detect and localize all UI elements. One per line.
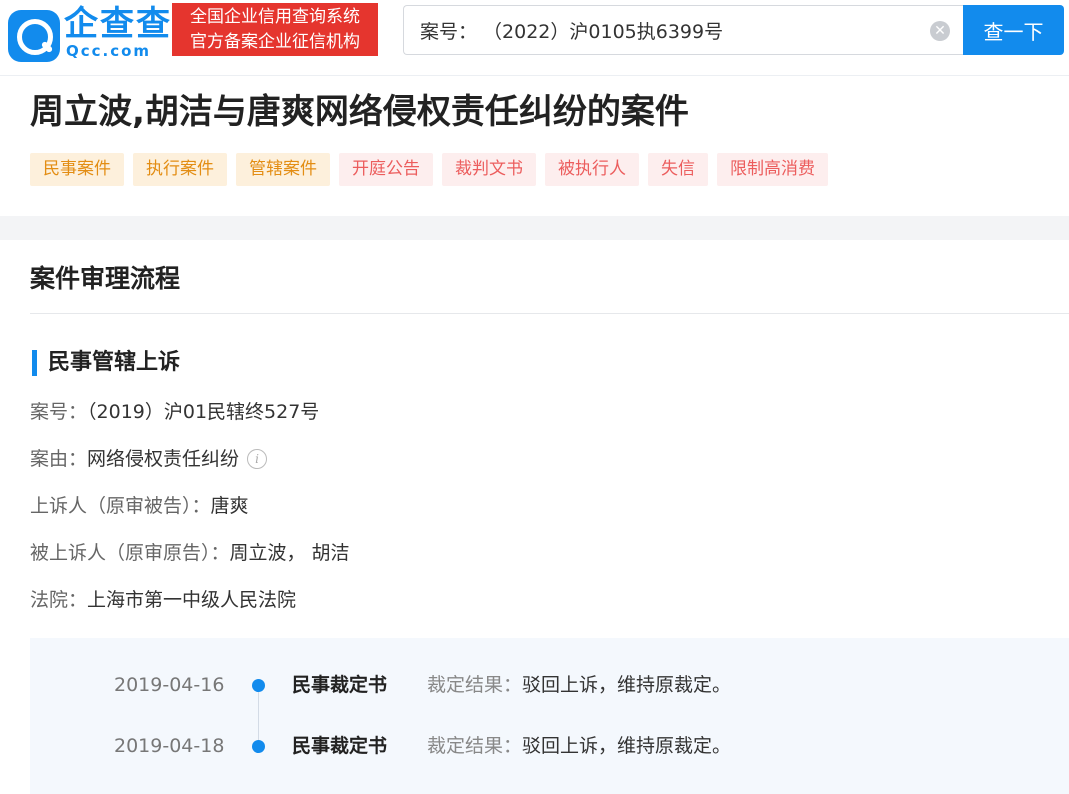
timeline-result-value: 驳回上诉，维持原裁定。 xyxy=(522,735,732,757)
field-label: 被上诉人（原审原告）： xyxy=(30,542,230,564)
case-title-card: 周立波,胡洁与唐爽网络侵权责任纠纷的案件 民事案件 执行案件 管辖案件 开庭公告… xyxy=(0,76,1069,216)
timeline-result-value: 驳回上诉，维持原裁定。 xyxy=(522,674,732,696)
tag-court-announcement[interactable]: 开庭公告 xyxy=(339,153,433,186)
field-label: 法院： xyxy=(30,589,88,611)
timeline-document-link[interactable]: 民事裁定书 xyxy=(292,672,387,698)
field-case-number: 案号：（2019）沪01民辖终527号 xyxy=(30,398,319,426)
tag-civil-case[interactable]: 民事案件 xyxy=(30,153,124,186)
stage-title: 民事管辖上诉 xyxy=(48,350,181,375)
field-appellee: 被上诉人（原审原告）：周立波， 胡洁 xyxy=(30,539,350,567)
slogan-banner: 全国企业信用查询系统 官方备案企业征信机构 xyxy=(172,3,378,56)
field-value[interactable]: 唐爽 xyxy=(211,495,249,517)
timeline-result: 裁定结果：驳回上诉，维持原裁定。 xyxy=(427,733,731,759)
timeline-result: 裁定结果：驳回上诉，维持原裁定。 xyxy=(427,672,731,698)
case-tag-list: 民事案件 执行案件 管辖案件 开庭公告 裁判文书 被执行人 失信 限制高消费 xyxy=(30,153,837,186)
timeline-date: 2019-04-16 xyxy=(114,674,225,696)
field-value[interactable]: 上海市第一中级人民法院 xyxy=(87,589,296,611)
field-court: 法院：上海市第一中级人民法院 xyxy=(30,586,296,614)
tag-execution-case[interactable]: 执行案件 xyxy=(133,153,227,186)
tag-person-subject-to-execution[interactable]: 被执行人 xyxy=(545,153,639,186)
slogan-line-1: 全国企业信用查询系统 xyxy=(190,7,360,27)
logo-icon[interactable] xyxy=(8,10,60,62)
timeline-result-label: 裁定结果： xyxy=(427,735,523,757)
timeline-date: 2019-04-18 xyxy=(114,735,225,757)
stage-accent-bar xyxy=(32,350,37,376)
info-icon[interactable]: i xyxy=(247,449,268,469)
field-case-cause: 案由：网络侵权责任纠纷 i xyxy=(30,445,268,473)
timeline-document-link[interactable]: 民事裁定书 xyxy=(292,733,387,759)
section-divider xyxy=(30,313,1069,314)
search-button[interactable]: 查一下 xyxy=(963,5,1064,55)
timeline-result-label: 裁定结果： xyxy=(427,674,523,696)
case-title: 周立波,胡洁与唐爽网络侵权责任纠纷的案件 xyxy=(30,92,689,132)
search-input[interactable] xyxy=(420,6,920,54)
tag-dishonest[interactable]: 失信 xyxy=(648,153,708,186)
search-box: ✕ xyxy=(403,5,963,55)
timeline-connector xyxy=(258,685,259,747)
field-value: 网络侵权责任纠纷 xyxy=(87,448,240,470)
field-label: 案号： xyxy=(30,401,88,423)
section-title: 案件审理流程 xyxy=(30,264,181,293)
timeline: 2019-04-16 民事裁定书 裁定结果：驳回上诉，维持原裁定。 2019-0… xyxy=(30,638,1069,794)
top-header: 企查查 Qcc.com 全国企业信用查询系统 官方备案企业征信机构 ✕ 查一下 xyxy=(0,0,1069,76)
field-appellant: 上诉人（原审被告）：唐爽 xyxy=(30,492,249,520)
timeline-dot xyxy=(252,740,265,753)
field-value: （2019）沪01民辖终527号 xyxy=(87,401,320,423)
tag-consumption-restriction[interactable]: 限制高消费 xyxy=(717,153,828,186)
timeline-dot xyxy=(252,679,265,692)
field-label: 案由： xyxy=(30,448,88,470)
clear-icon[interactable]: ✕ xyxy=(930,21,950,41)
case-process-card: 案件审理流程 民事管辖上诉 案号：（2019）沪01民辖终527号 案由：网络侵… xyxy=(0,240,1069,794)
field-label: 上诉人（原审被告）： xyxy=(30,495,211,517)
logo-name[interactable]: 企查查 xyxy=(64,4,172,44)
tag-judgment-document[interactable]: 裁判文书 xyxy=(442,153,536,186)
field-value[interactable]: 周立波， 胡洁 xyxy=(230,542,350,564)
logo-domain: Qcc.com xyxy=(66,42,152,60)
slogan-line-2: 官方备案企业征信机构 xyxy=(190,32,360,52)
tag-jurisdiction-case[interactable]: 管辖案件 xyxy=(236,153,330,186)
